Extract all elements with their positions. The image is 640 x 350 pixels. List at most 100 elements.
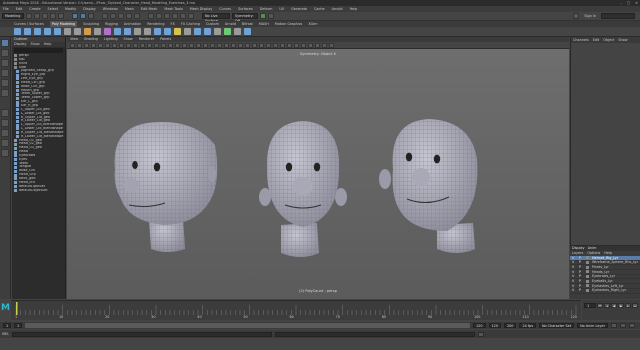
- select-object-icon[interactable]: [80, 13, 86, 19]
- outliner-menu-display[interactable]: Display: [14, 42, 27, 47]
- ipr-render-icon[interactable]: [172, 13, 178, 19]
- layer-tab-anim[interactable]: Anim: [588, 246, 597, 250]
- viewport-tool-icon[interactable]: [294, 42, 299, 48]
- viewport-tool-icon[interactable]: [189, 42, 194, 48]
- render-icon[interactable]: [164, 13, 170, 19]
- move-tool-icon[interactable]: [1, 69, 9, 77]
- head-model-1[interactable]: [114, 121, 218, 252]
- end-frame-field[interactable]: 120: [488, 323, 501, 328]
- viewport-tool-icon[interactable]: [168, 42, 173, 48]
- viewport-tool-icon[interactable]: [70, 42, 75, 48]
- render-settings-icon[interactable]: [180, 13, 186, 19]
- shelf-tool-icon[interactable]: [154, 28, 161, 35]
- shelf-tool-icon[interactable]: [94, 28, 101, 35]
- paint-select-tool-icon[interactable]: [1, 59, 9, 67]
- shelf-tool-icon[interactable]: [204, 28, 211, 35]
- modeling-toolkit-icon[interactable]: [260, 13, 266, 19]
- side-by-side-layout-icon[interactable]: [1, 129, 9, 137]
- lasso-tool-icon[interactable]: [1, 49, 9, 57]
- viewport-tool-icon[interactable]: [140, 42, 145, 48]
- play-forward-icon[interactable]: ▶: [618, 303, 624, 308]
- select-tool-icon[interactable]: [1, 39, 9, 47]
- viewport-3d[interactable]: Symmetry: Object X (2) PolyCount: persp: [67, 49, 569, 299]
- channel-tab-channels[interactable]: Channels: [573, 37, 589, 43]
- layer-color-swatch[interactable]: [586, 256, 589, 260]
- snap-surface-icon[interactable]: [134, 13, 140, 19]
- shelf-tool-icon[interactable]: [134, 28, 141, 35]
- shelf-tool-icon[interactable]: [104, 28, 111, 35]
- viewport-tool-icon[interactable]: [231, 42, 236, 48]
- viewport-tool-icon[interactable]: [322, 42, 327, 48]
- open-scene-icon[interactable]: [34, 13, 40, 19]
- animation-end-field[interactable]: 200: [503, 323, 517, 328]
- shelf-tool-icon[interactable]: [84, 28, 91, 35]
- viewport-tool-icon[interactable]: [301, 42, 306, 48]
- viewport-tool-icon[interactable]: [84, 42, 89, 48]
- step-back-icon[interactable]: ◂: [604, 303, 610, 308]
- viewport-tool-icon[interactable]: [161, 42, 166, 48]
- viewport-tool-icon[interactable]: [77, 42, 82, 48]
- viewport-tool-icon[interactable]: [329, 42, 334, 48]
- playback-start-field[interactable]: 1: [14, 323, 23, 328]
- viewport-tool-icon[interactable]: [112, 42, 117, 48]
- undo-icon[interactable]: [50, 13, 56, 19]
- shelf-tool-icon[interactable]: [194, 28, 201, 35]
- auto-key-icon[interactable]: [620, 323, 626, 328]
- viewport-tool-icon[interactable]: [203, 42, 208, 48]
- step-forward-icon[interactable]: ▸: [625, 303, 631, 308]
- live-surface-field[interactable]: No Live Surface: [202, 13, 230, 23]
- save-scene-icon[interactable]: [42, 13, 48, 19]
- select-hierarchy-icon[interactable]: [72, 13, 78, 19]
- viewport-tool-icon[interactable]: [98, 42, 103, 48]
- viewport-tool-icon[interactable]: [217, 42, 222, 48]
- snap-plane-icon[interactable]: [126, 13, 132, 19]
- layer-color-swatch[interactable]: [586, 275, 589, 279]
- viewport-tool-icon[interactable]: [91, 42, 96, 48]
- head-model-3[interactable]: [379, 119, 478, 253]
- command-input[interactable]: [11, 331, 272, 337]
- snap-grid-icon[interactable]: [102, 13, 108, 19]
- history-icon[interactable]: [148, 13, 154, 19]
- layer-playback-toggle[interactable]: P: [579, 288, 583, 293]
- viewport-tool-icon[interactable]: [154, 42, 159, 48]
- layer-color-swatch[interactable]: [586, 279, 589, 283]
- fps-dropdown[interactable]: 24 fps: [519, 323, 536, 328]
- shelf-tool-icon[interactable]: [234, 28, 241, 35]
- viewport-tool-icon[interactable]: [196, 42, 201, 48]
- shelf-tool-icon[interactable]: [174, 28, 181, 35]
- input-line-icon[interactable]: [268, 13, 274, 19]
- viewport-tool-icon[interactable]: [308, 42, 313, 48]
- layer-color-swatch[interactable]: [586, 284, 589, 288]
- viewport-tool-icon[interactable]: [252, 42, 257, 48]
- viewport-tool-icon[interactable]: [287, 42, 292, 48]
- single-view-layout-icon[interactable]: [1, 109, 9, 117]
- shelf-tool-icon[interactable]: [244, 28, 251, 35]
- start-frame-field[interactable]: 1: [3, 323, 12, 328]
- user-icon[interactable]: [573, 13, 580, 19]
- viewport-tool-icon[interactable]: [182, 42, 187, 48]
- rotate-tool-icon[interactable]: [1, 79, 9, 87]
- head-model-2[interactable]: [259, 121, 347, 257]
- mode-dropdown[interactable]: Modeling: [2, 13, 24, 19]
- shelf-tool-icon[interactable]: [54, 28, 61, 35]
- viewport-tool-icon[interactable]: [280, 42, 285, 48]
- viewport-tool-icon[interactable]: [147, 42, 152, 48]
- sign-in-link[interactable]: Sign In: [581, 14, 599, 18]
- time-slider[interactable]: [11, 300, 581, 315]
- outliner-item[interactable]: defaultObjectSet: [12, 189, 65, 193]
- viewport-tool-icon[interactable]: [315, 42, 320, 48]
- four-view-layout-icon[interactable]: [1, 119, 9, 127]
- shelf-tool-icon[interactable]: [44, 28, 51, 35]
- viewport-tool-icon[interactable]: [238, 42, 243, 48]
- shelf-tool-icon[interactable]: [144, 28, 151, 35]
- current-frame-field[interactable]: 1: [584, 303, 596, 308]
- command-language-label[interactable]: MEL: [2, 332, 9, 336]
- hypershade-icon[interactable]: [188, 13, 194, 19]
- layer-visibility-toggle[interactable]: V: [572, 288, 576, 293]
- shelf-tool-icon[interactable]: [214, 28, 221, 35]
- character-set-dropdown[interactable]: No Character Set: [538, 323, 575, 328]
- preferences-icon[interactable]: [629, 323, 635, 328]
- playback-end-field[interactable]: 120: [473, 323, 486, 328]
- shelf-tool-icon[interactable]: [74, 28, 81, 35]
- loop-icon[interactable]: [611, 323, 617, 328]
